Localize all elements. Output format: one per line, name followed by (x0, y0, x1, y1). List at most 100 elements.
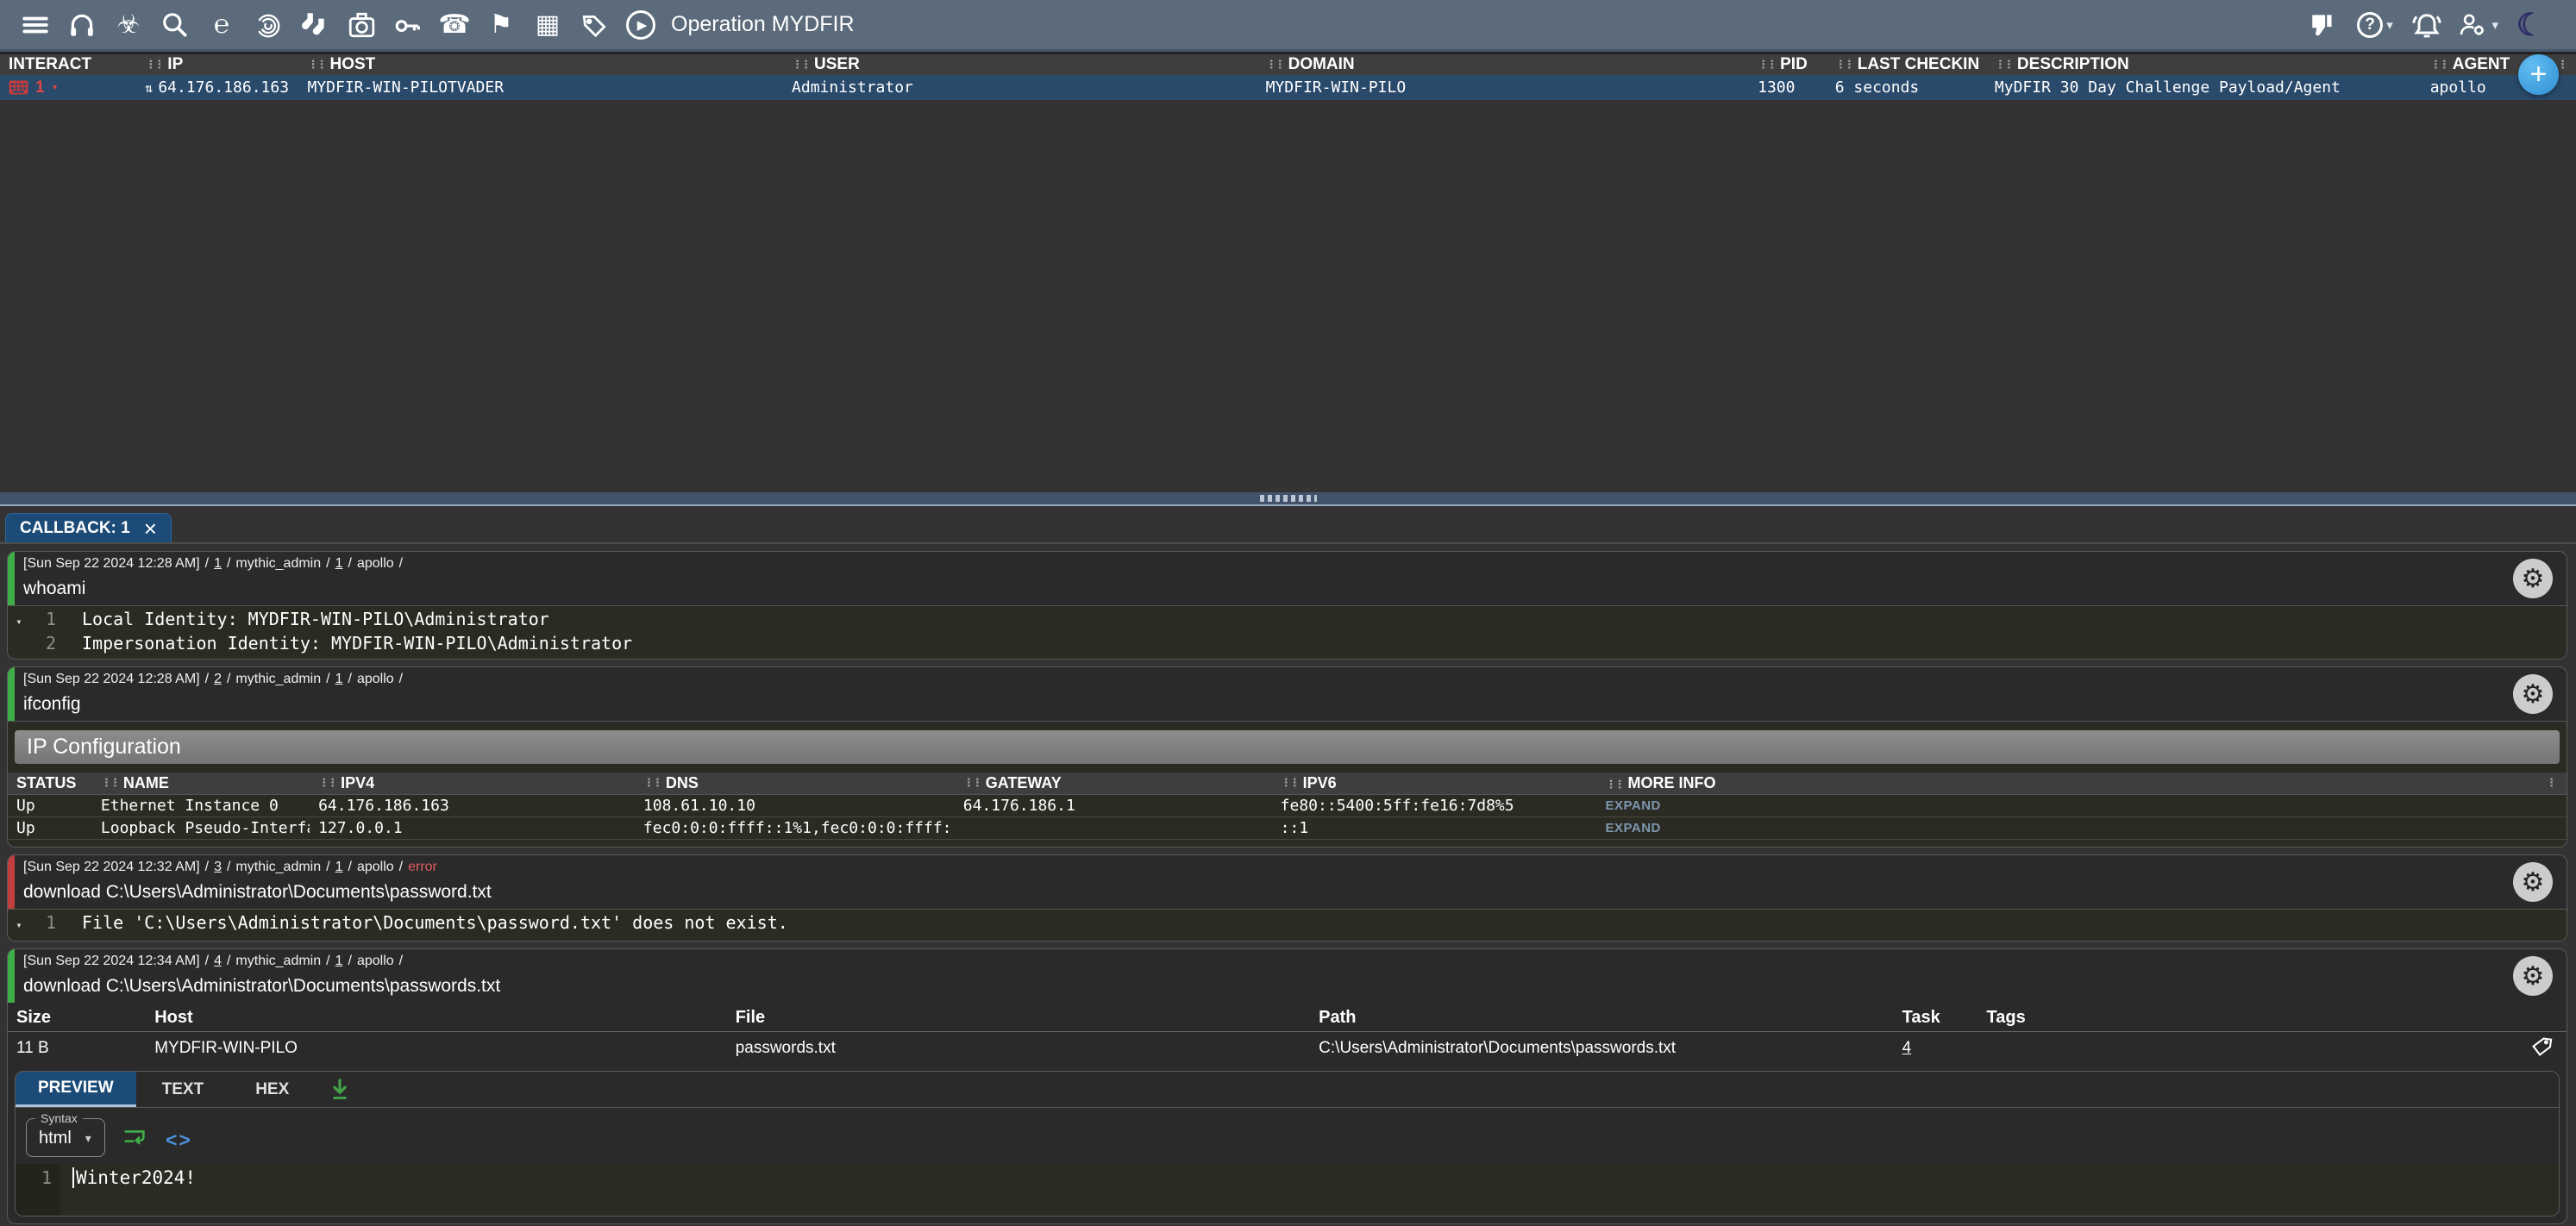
word-wrap-icon[interactable] (122, 1124, 148, 1157)
tab-callback-1[interactable]: CALLBACK: 1 × (5, 513, 172, 542)
file-content-editor[interactable]: 1 Winter2024! (16, 1164, 2559, 1216)
tab-text[interactable]: TEXT (136, 1080, 230, 1099)
downloaded-file-row: 11 B MYDFIR-WIN-PILO passwords.txt C:\Us… (8, 1032, 2567, 1064)
task-3-head: [Sun Sep 22 2024 12:32 AM]/3/mythic_admi… (8, 855, 2567, 909)
task-id-link[interactable]: 2 (214, 672, 222, 686)
chevron-down-icon: ▾ (85, 1131, 91, 1146)
mitre-table-icon[interactable]: ▦ (524, 0, 571, 49)
col-header-ip[interactable]: ⋮⋮IP (136, 55, 298, 74)
syntax-select[interactable]: Syntax html▾ (26, 1118, 105, 1157)
fingerprint-icon[interactable] (245, 0, 291, 49)
task-id-link[interactable]: 4 (214, 954, 222, 968)
callback-domain: MYDFIR-WIN-PILO (1257, 78, 1750, 97)
task-settings-gear-button[interactable]: ⚙ (2513, 559, 2553, 598)
callback-id[interactable]: 1 (35, 78, 45, 97)
new-callback-plus-button[interactable]: + (2518, 54, 2559, 95)
hamburger-menu-icon[interactable] (12, 0, 59, 49)
add-tag-icon[interactable] (2530, 1035, 2554, 1065)
headset-icon[interactable] (59, 0, 105, 49)
callback-id-link[interactable]: 1 (335, 860, 343, 874)
task-id-link[interactable]: 3 (214, 860, 222, 874)
account-settings-icon[interactable]: ▾ (2459, 0, 2498, 49)
tab-hex[interactable]: HEX (229, 1080, 315, 1099)
col-header-user[interactable]: ⋮⋮USER (783, 55, 1257, 74)
tab-preview[interactable]: PREVIEW (16, 1072, 136, 1107)
file-path: C:\Users\Administrator\Documents\passwor… (1310, 1039, 1893, 1058)
credentials-key-icon[interactable] (385, 0, 431, 49)
biohazard-icon[interactable]: ☣ (105, 0, 152, 49)
search-icon[interactable] (152, 0, 198, 49)
active-operation-play-icon[interactable]: ▶ (617, 0, 664, 49)
callback-ip: ⇅64.176.186.163 (136, 78, 298, 97)
col-header-description[interactable]: ⋮⋮DESCRIPTION (1986, 55, 2422, 74)
drag-grip-icon (1260, 495, 1317, 502)
col-header-name[interactable]: ⋮⋮NAME (92, 774, 310, 792)
callbacks-phone-icon[interactable]: ☎ (431, 0, 478, 49)
theme-moon-icon[interactable]: ☾ (2510, 0, 2550, 49)
column-drag-handle[interactable]: ⋮ (2557, 59, 2566, 72)
callbacks-table-header: INTERACT ⋮⋮IP ⋮⋮HOST ⋮⋮USER ⋮⋮DOMAIN ⋮⋮P… (0, 54, 2576, 75)
pane-resize-divider[interactable] (0, 492, 2576, 506)
collapse-chevron-icon[interactable]: ▾ (8, 915, 30, 936)
column-drag-handle[interactable]: ⋮⋮ (307, 59, 324, 72)
download-file-icon[interactable] (327, 1077, 353, 1103)
col-header-pid[interactable]: ⋮⋮PID (1749, 55, 1827, 74)
col-header-host[interactable]: ⋮⋮HOST (298, 55, 783, 74)
feedback-thumbs-down-icon[interactable] (2303, 0, 2343, 49)
col-header-gateway[interactable]: ⋮⋮GATEWAY (955, 774, 1272, 792)
callback-id-link[interactable]: 1 (335, 954, 343, 968)
expand-link[interactable]: EXPAND (1605, 821, 1660, 835)
task-card-4: [Sun Sep 22 2024 12:34 AM]/4/mythic_admi… (7, 948, 2567, 1224)
syntax-toolbar: Syntax html▾ <> (16, 1108, 2559, 1157)
task-card-3: [Sun Sep 22 2024 12:32 AM]/3/mythic_admi… (7, 854, 2567, 941)
task-card-2: [Sun Sep 22 2024 12:28 AM]/2/mythic_admi… (7, 666, 2567, 848)
column-drag-handle[interactable]: ⋮⋮ (1995, 59, 2012, 72)
socks-icon[interactable] (291, 0, 338, 49)
top-navbar: ☣ ℮ ☎ ⚑ ▦ ▶ Operation MYDFIR ? ▾ ▾ (0, 0, 2576, 49)
callback-id-link[interactable]: 1 (335, 556, 343, 571)
screenshot-camera-icon[interactable] (338, 0, 385, 49)
column-drag-handle[interactable]: ⋮⋮ (2430, 59, 2448, 72)
reporting-flag-icon[interactable]: ⚑ (478, 0, 524, 49)
column-drag-handle[interactable]: ⋮⋮ (1266, 59, 1283, 72)
task-id-link[interactable]: 1 (214, 556, 222, 571)
tags-icon[interactable] (571, 0, 617, 49)
column-drag-handle[interactable]: ⋮⋮ (792, 59, 809, 72)
col-header-dns[interactable]: ⋮⋮DNS (635, 774, 955, 792)
col-header-tags: Tags (1978, 1008, 2567, 1028)
col-header-last-checkin[interactable]: ⋮⋮LAST CHECKIN (1827, 55, 1986, 74)
callback-row[interactable]: 1 ▾ ⇅64.176.186.163 MYDFIR-WIN-PILOTVADE… (0, 75, 2576, 100)
task-settings-gear-button[interactable]: ⚙ (2513, 674, 2553, 714)
task-settings-gear-button[interactable]: ⚙ (2513, 956, 2553, 996)
sort-icon[interactable]: ⇅ (145, 80, 153, 96)
column-drag-handle[interactable]: ⋮⋮ (1758, 59, 1775, 72)
callback-id-link[interactable]: 1 (335, 672, 343, 686)
col-header-ipv4[interactable]: ⋮⋮IPV4 (310, 774, 635, 792)
column-drag-handle[interactable]: ⋮⋮ (145, 59, 162, 72)
close-icon[interactable]: × (144, 517, 157, 540)
file-task-link[interactable]: 4 (1902, 1039, 1912, 1058)
file-content-text: Winter2024! (76, 1167, 196, 1188)
task-card-1: [Sun Sep 22 2024 12:28 AM]/1/mythic_admi… (7, 551, 2567, 660)
chevron-down-icon: ▾ (2386, 17, 2393, 33)
column-drag-handle[interactable]: ⋮⋮ (1835, 59, 1852, 72)
collapse-chevron-icon[interactable]: ▾ (8, 611, 30, 633)
navbar-right: ? ▾ ▾ ☾ (2303, 0, 2564, 49)
col-header-domain[interactable]: ⋮⋮DOMAIN (1257, 55, 1750, 74)
callback-dropdown-caret-icon[interactable]: ▾ (52, 81, 59, 94)
col-header-ipv6[interactable]: ⋮⋮IPV6 (1272, 774, 1597, 792)
eventing-icon[interactable]: ℮ (198, 0, 245, 49)
tab-label: CALLBACK: 1 (20, 519, 130, 538)
question-mark-icon: ? (2357, 12, 2383, 38)
view-source-code-icon[interactable]: <> (166, 1129, 192, 1157)
col-header-more-info[interactable]: ⋮⋮MORE INFO⋮ (1596, 774, 2567, 792)
col-header-task: Task (1894, 1008, 1978, 1028)
syntax-select-value: html (39, 1129, 72, 1148)
interact-cell[interactable]: 1 ▾ (0, 78, 136, 97)
help-icon[interactable]: ? ▾ (2355, 0, 2395, 49)
notifications-bell-icon[interactable] (2407, 0, 2447, 49)
expand-link[interactable]: EXPAND (1605, 798, 1660, 813)
ip-config-row: Up Loopback Pseudo-Interface 127.0.0.1 f… (8, 817, 2567, 840)
task-settings-gear-button[interactable]: ⚙ (2513, 862, 2553, 902)
file-size: 11 B (8, 1039, 146, 1058)
